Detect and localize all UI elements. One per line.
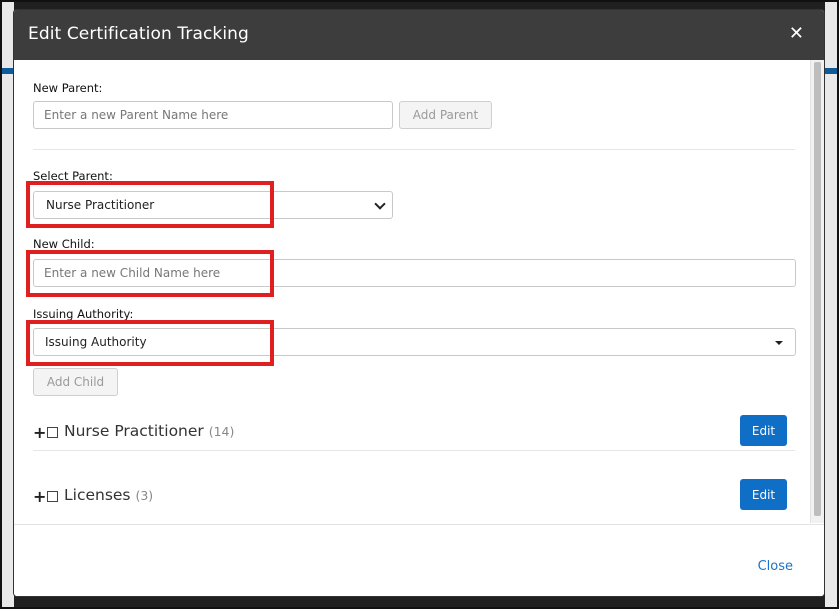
select-parent-label: Select Parent: — [33, 169, 113, 183]
add-child-button[interactable]: Add Child — [33, 368, 118, 396]
scrollbar-thumb[interactable] — [814, 62, 821, 516]
modal-scrollbar[interactable] — [810, 60, 824, 523]
select-parent-value: Nurse Practitioner — [46, 198, 155, 212]
background-app-left — [0, 0, 14, 609]
edit-button[interactable]: Edit — [740, 479, 787, 510]
tree-item-name: Nurse Practitioner — [64, 422, 204, 440]
close-link[interactable]: Close — [758, 559, 793, 574]
tree-item-label: Nurse Practitioner (14) — [64, 422, 234, 440]
modal-title: Edit Certification Tracking — [28, 24, 249, 44]
new-child-label: New Child: — [33, 237, 95, 251]
tree-row: + Nurse Practitioner (14) Edit — [33, 415, 795, 449]
issuing-authority-value: Issuing Authority — [45, 335, 147, 349]
expand-plus-icon[interactable]: + — [33, 487, 46, 506]
edit-certification-modal: Edit Certification Tracking ✕ New Parent… — [14, 10, 824, 596]
tree-checkbox[interactable] — [47, 427, 58, 438]
background-nav-stripe — [825, 68, 839, 74]
tree-checkbox[interactable] — [47, 491, 58, 502]
tree-divider — [33, 450, 795, 451]
add-parent-button[interactable]: Add Parent — [399, 101, 492, 129]
section-divider — [33, 149, 795, 150]
background-nav-stripe — [0, 68, 14, 74]
tree-item-count: (14) — [208, 424, 235, 439]
tree-item-label: Licenses (3) — [64, 486, 153, 504]
issuing-authority-dropdown[interactable]: Issuing Authority — [33, 328, 796, 356]
tree-row: + Licenses (3) Edit — [33, 479, 795, 513]
expand-plus-icon[interactable]: + — [33, 423, 46, 442]
tree-item-name: Licenses — [64, 486, 131, 504]
edit-button[interactable]: Edit — [740, 415, 787, 446]
background-app-right — [825, 0, 839, 609]
modal-footer: Close — [14, 524, 824, 596]
modal-header: Edit Certification Tracking ✕ — [14, 10, 824, 60]
new-parent-input[interactable] — [33, 101, 393, 129]
chevron-down-icon — [374, 198, 386, 210]
new-parent-label: New Parent: — [33, 81, 103, 95]
select-parent-dropdown[interactable]: Nurse Practitioner — [33, 191, 393, 219]
close-icon[interactable]: ✕ — [789, 23, 804, 44]
caret-down-icon — [775, 341, 783, 345]
issuing-authority-label: Issuing Authority: — [33, 307, 134, 321]
new-child-input[interactable] — [33, 259, 796, 287]
tree-item-count: (3) — [135, 488, 154, 503]
